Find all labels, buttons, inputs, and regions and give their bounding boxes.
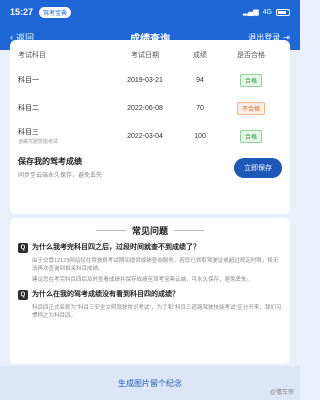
bottom-bar: 生成图片留个纪念 @懂车帝 [0,366,300,400]
faq-question: Q 为什么在我的驾考成绩没有看到科目四的成绩？ [18,290,282,300]
faq-answer: 由于交管12123网站仅在驾驶员考试期间提供成绩查询服务，若您已领取驾驶证或超过… [32,258,279,272]
faq-question: Q 为什么我考完科目四之后，过段时间就查不到成绩了？ [18,243,282,253]
table-row: 科目二 2022-06-08 70 不合格 [18,94,282,122]
table-header: 考试科目 考试日期 成绩 是否合格 [18,44,282,66]
exam-date: 2022-03-04 [127,132,163,140]
status-badge: 合格 [239,129,262,143]
subject-name: 科目一 [18,77,39,84]
watermark: @懂车帝 [269,390,294,396]
status-app-pill: 驾考宝典 [39,6,72,18]
status-bar: 15:27 驾考宝典 ▂▄▆ 4G [0,0,300,24]
divider [174,230,204,231]
save-section: 保存我的驾考成绩 同步至云端永久保存，避免丢失 立即保存 [18,156,282,179]
header-score: 成绩 [193,52,207,59]
question-icon: Q [18,290,28,300]
results-card: 考试科目 考试日期 成绩 是否合格 科目一 2019-03-21 94 合格 科… [10,40,290,214]
table-row: 科目三 道路驾驶技能考试 2022-03-04 100 合格 [18,122,282,150]
battery-icon [276,8,290,16]
faq-answer: 建议您在考完科目四后及时查看成绩并保存成绩至驾考宝典云端，可永久保存，避免丢失。 [32,277,253,283]
generate-image-button[interactable]: 生成图片留个纪念 [118,378,182,389]
signal-icon: ▂▄▆ [242,9,259,16]
exam-date: 2019-03-21 [127,76,163,84]
exam-score: 100 [194,132,206,140]
faq-title: 常见问题 [131,226,168,236]
header-subject: 考试科目 [18,52,46,59]
question-text: 为什么在我的驾考成绩没有看到科目四的成绩？ [32,291,179,298]
status-badge: 不合格 [236,101,265,115]
question-icon: Q [18,243,28,253]
exam-score: 70 [196,104,204,112]
header-status: 是否合格 [237,52,265,59]
faq-card: 常见问题 Q 为什么我考完科目四之后，过段时间就查不到成绩了？ 由于交管1212… [10,218,290,364]
status-badge: 合格 [239,73,262,87]
subject-subtitle: 道路驾驶技能考试 [18,139,59,145]
header-date: 考试日期 [131,52,159,59]
subject-name: 科目二 [18,105,39,112]
faq-answer: 科目四正式名称为“科目三安全文明驾驶常识考试”，为了和“科目三道路驾驶技能考试”… [32,305,282,319]
subject-name: 科目三 [18,129,39,136]
save-now-button[interactable]: 立即保存 [234,157,282,178]
divider [95,230,126,231]
exam-score: 94 [196,76,204,84]
exam-date: 2022-06-08 [127,104,163,112]
network-label: 4G [262,8,272,16]
status-indicators: ▂▄▆ 4G [243,8,290,16]
status-time: 15:27 [10,7,34,17]
faq-header: 常见问题 [18,224,282,237]
save-title: 保存我的驾考成绩 [18,157,82,166]
table-row: 科目一 2019-03-21 94 合格 [18,66,282,94]
save-subtitle: 同步至云端永久保存，避免丢失 [18,173,103,179]
question-text: 为什么我考完科目四之后，过段时间就查不到成绩了？ [32,244,200,251]
